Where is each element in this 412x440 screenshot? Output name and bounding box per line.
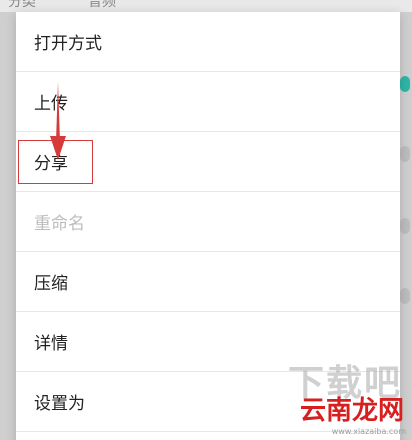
menu-item-label: 重命名 [34, 214, 85, 234]
background-list-right-edge [400, 12, 412, 440]
screen: 分类 音频 打开方式 上传 分享 重命名 压缩 详情 设置为 下载吧 云南龙网 … [0, 0, 412, 440]
menu-item-label: 打开方式 [34, 34, 102, 54]
background-checkbox-icon [400, 218, 410, 234]
background-tab-audio: 音频 [88, 0, 116, 10]
background-checkbox-icon [400, 76, 410, 92]
menu-item-details[interactable]: 详情 [16, 312, 400, 372]
menu-item-open-with[interactable]: 打开方式 [16, 12, 400, 72]
menu-item-share[interactable]: 分享 [16, 132, 400, 192]
menu-item-set-as[interactable]: 设置为 [16, 372, 400, 432]
background-tab-bar: 分类 音频 [0, 0, 412, 12]
menu-item-rename: 重命名 [16, 192, 400, 252]
context-menu: 打开方式 上传 分享 重命名 压缩 详情 设置为 [16, 12, 400, 440]
menu-item-label: 详情 [34, 334, 68, 354]
menu-item-label: 设置为 [34, 394, 85, 414]
menu-item-upload[interactable]: 上传 [16, 72, 400, 132]
background-checkbox-icon [400, 288, 410, 304]
menu-item-label: 分享 [34, 154, 68, 174]
menu-item-label: 压缩 [34, 274, 68, 294]
background-list-left-edge [0, 12, 16, 440]
menu-item-compress[interactable]: 压缩 [16, 252, 400, 312]
background-tab-category: 分类 [8, 0, 36, 10]
background-checkbox-icon [400, 146, 410, 162]
menu-item-label: 上传 [34, 94, 68, 114]
